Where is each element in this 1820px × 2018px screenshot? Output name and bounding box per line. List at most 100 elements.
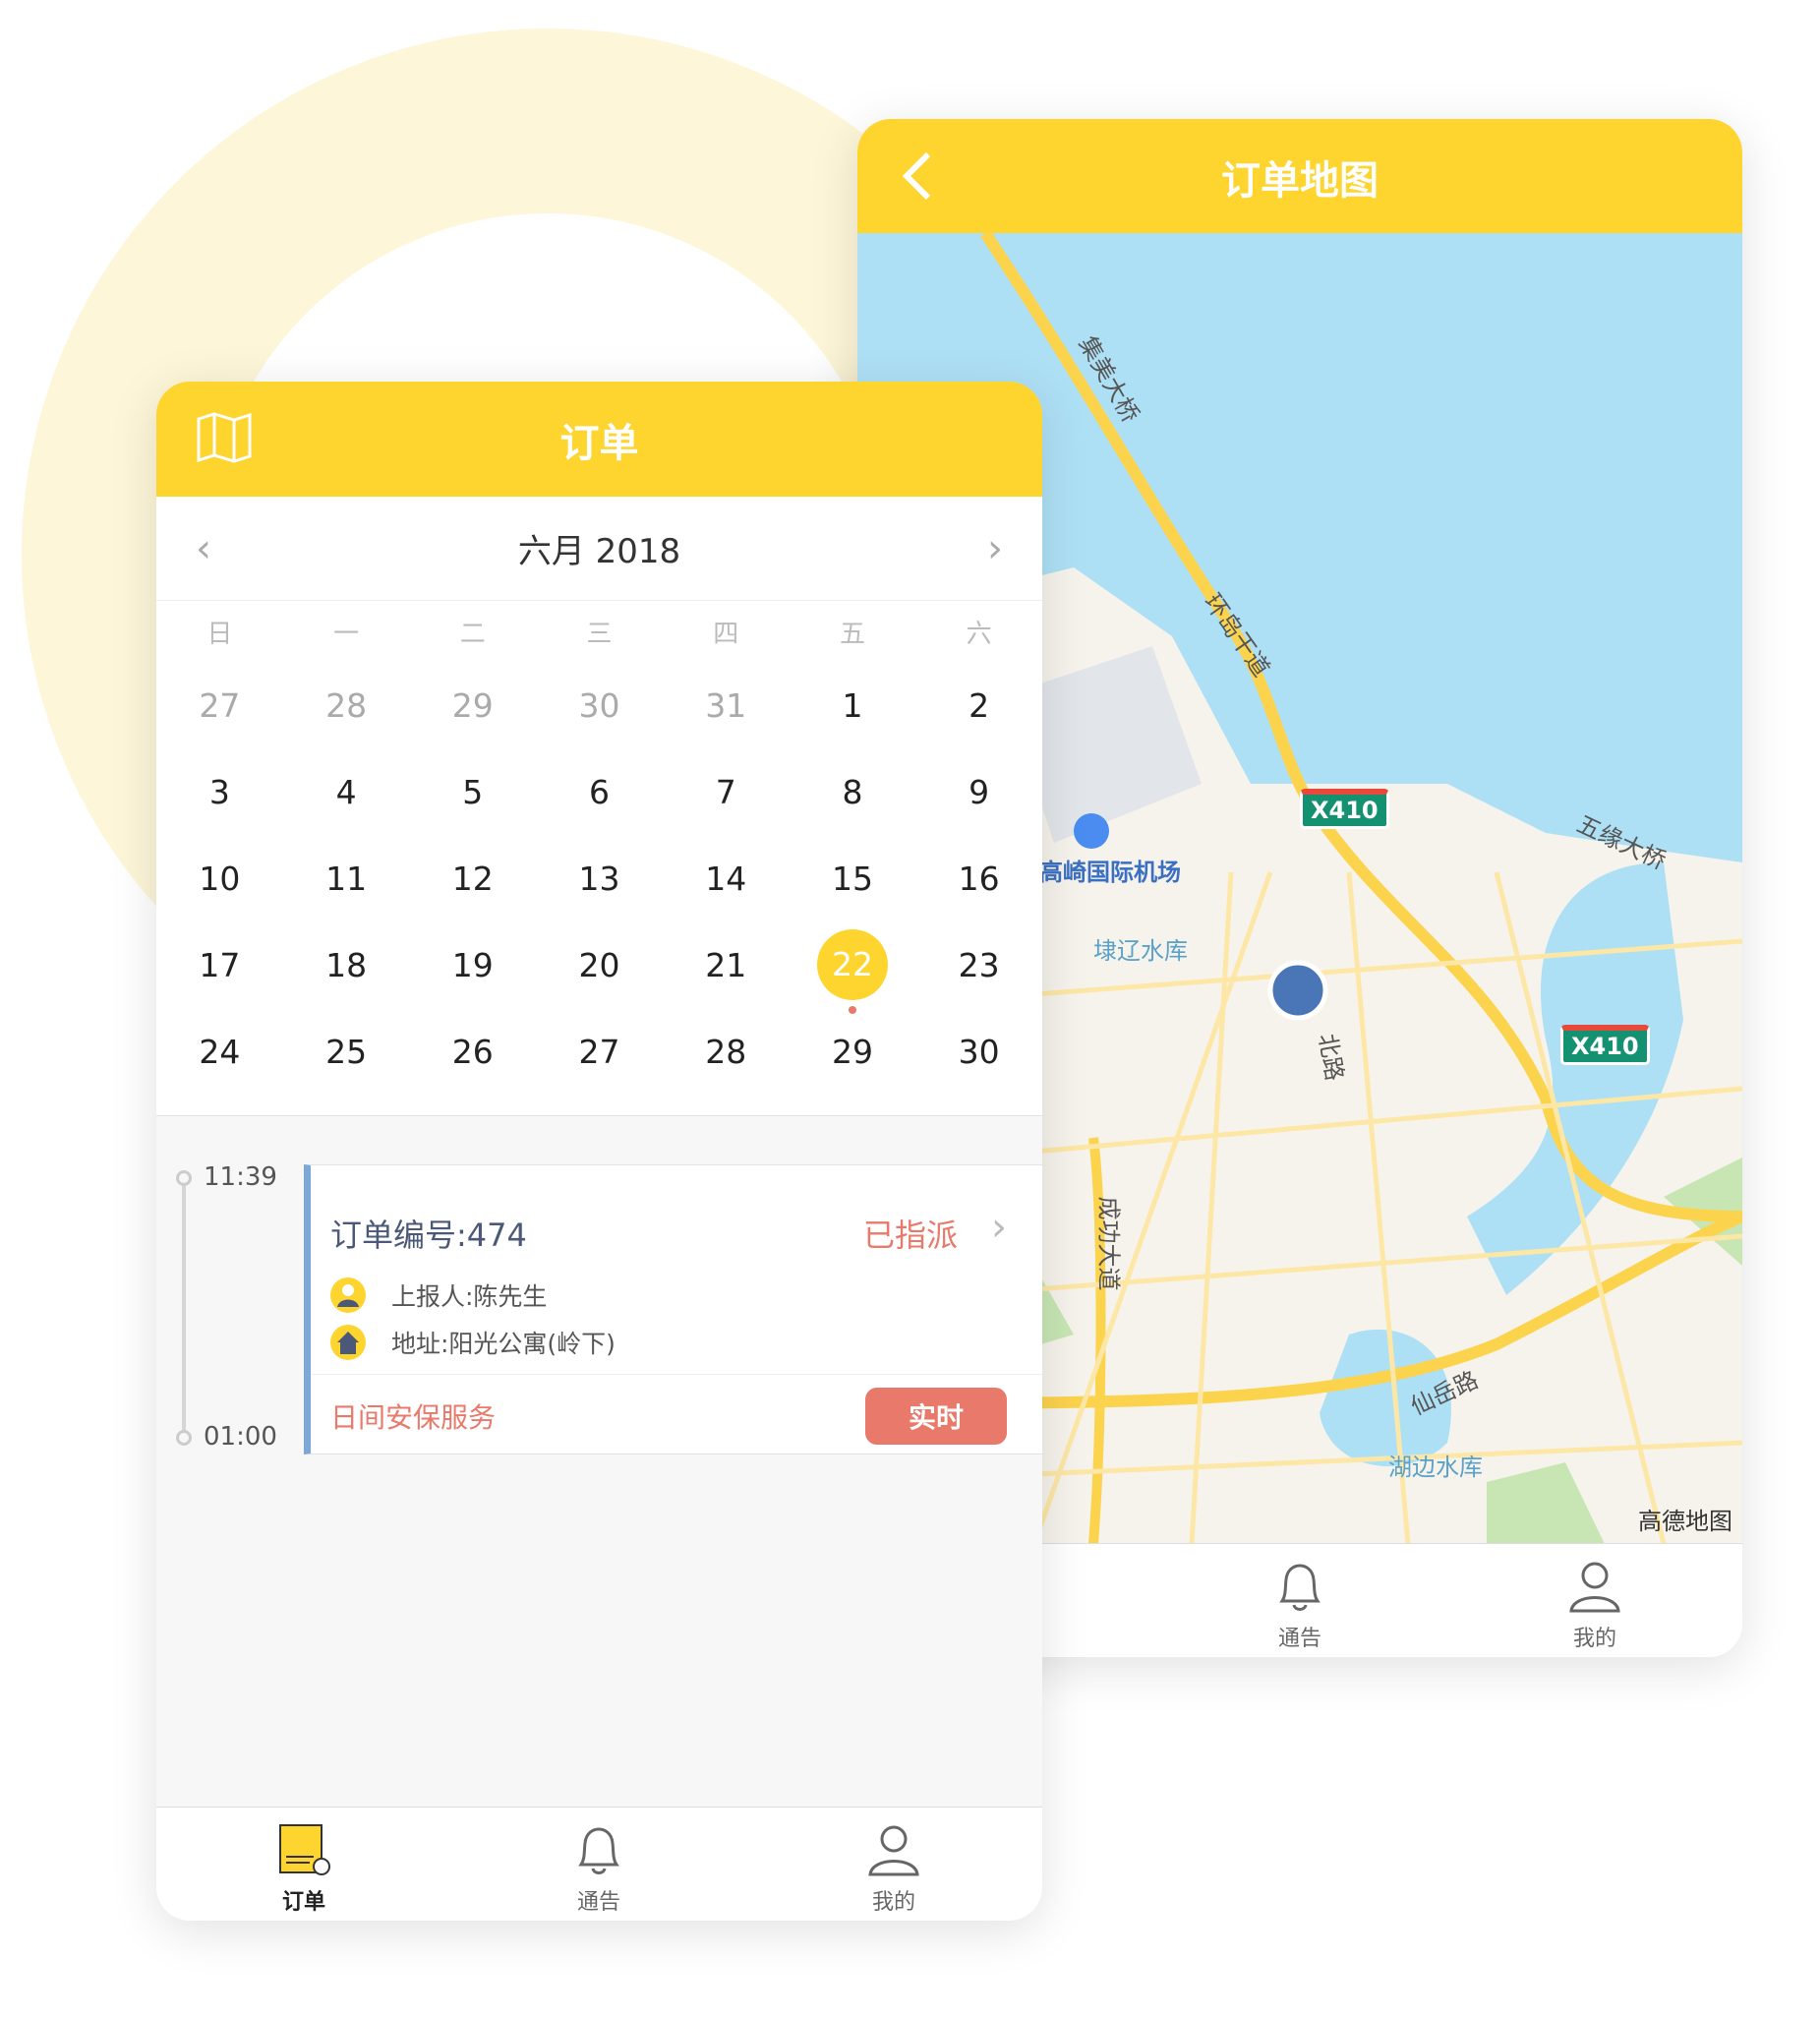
end-time: 01:00 <box>204 1422 277 1452</box>
status-badge: 已指派 <box>862 1217 958 1254</box>
calendar-day[interactable]: 3 <box>156 773 283 811</box>
calendar-day[interactable]: 21 <box>663 946 790 984</box>
calendar-day[interactable]: 24 <box>156 1033 283 1071</box>
order-id: 订单编号:474 <box>330 1217 527 1254</box>
tab-label: 通告 <box>1277 1627 1321 1651</box>
tab-label: 订单 <box>281 1890 325 1915</box>
calendar-day[interactable]: 20 <box>536 946 663 984</box>
week-row: 24 25 26 27 28 29 30 <box>156 1008 1042 1095</box>
calendar-day[interactable]: 29 <box>409 686 536 725</box>
calendar-day[interactable]: 13 <box>536 860 663 898</box>
highway-shield: X410 <box>1560 1025 1650 1065</box>
calendar-day-selected[interactable]: 22 <box>790 929 916 1014</box>
tab-notices[interactable]: 通告 <box>530 1821 668 1916</box>
order-card[interactable]: 订单编号:474 已指派 › 上报人:陈先生 地址:阳光公寓(岭下) 日间安保服… <box>304 1164 1042 1454</box>
calendar-day[interactable]: 17 <box>156 946 283 984</box>
calendar-day[interactable]: 4 <box>283 773 410 811</box>
tab-profile[interactable]: 我的 <box>825 1821 963 1916</box>
calendar: ‹ 六月 2018 › 日一二三四五六 27 28 29 30 31 1 2 3 4 5 6 7 8 9 10… <box>156 497 1042 1116</box>
calendar-day[interactable]: 30 <box>536 686 663 725</box>
chevron-left-icon[interactable] <box>897 148 936 204</box>
week-row: 27 28 29 30 31 1 2 <box>156 662 1042 748</box>
calendar-day[interactable]: 2 <box>915 686 1042 725</box>
calendar-day[interactable]: 5 <box>409 773 536 811</box>
calendar-day[interactable]: 8 <box>790 773 916 811</box>
calendar-day[interactable]: 1 <box>790 686 916 725</box>
calendar-day[interactable]: 27 <box>536 1033 663 1071</box>
map-label: 埭辽水库 <box>1093 937 1188 965</box>
calendar-day[interactable]: 28 <box>663 1033 790 1071</box>
calendar-day[interactable]: 11 <box>283 860 410 898</box>
weekday-label: 四 <box>713 619 739 649</box>
calendar-day[interactable]: 7 <box>663 773 790 811</box>
calendar-day[interactable]: 28 <box>283 686 410 725</box>
calendar-day[interactable]: 26 <box>409 1033 536 1071</box>
calendar-day[interactable]: 15 <box>790 860 916 898</box>
day-number: 22 <box>816 929 888 1000</box>
divider <box>311 1374 1042 1375</box>
weekday-label: 六 <box>966 619 992 649</box>
calendar-day[interactable]: 12 <box>409 860 536 898</box>
calendar-day[interactable]: 27 <box>156 686 283 725</box>
calendar-day[interactable]: 31 <box>663 686 790 725</box>
calendar-day[interactable]: 23 <box>915 946 1042 984</box>
calendar-day[interactable]: 14 <box>663 860 790 898</box>
person-icon <box>330 1277 366 1313</box>
month-label: 六月 2018 <box>517 532 681 571</box>
home-icon <box>330 1325 366 1360</box>
map-header: 订单地图 <box>857 119 1742 234</box>
weekday-label: 一 <box>333 619 360 649</box>
map-attribution: 高德地图 <box>1638 1508 1732 1535</box>
calendar-day[interactable]: 18 <box>283 946 410 984</box>
timeline-dot <box>176 1430 192 1446</box>
bell-icon <box>1279 1564 1321 1611</box>
calendar-day[interactable]: 6 <box>536 773 663 811</box>
page-title: 订单 <box>559 420 639 466</box>
map-label: 成功大道 <box>1094 1196 1123 1291</box>
event-dot <box>848 1006 856 1014</box>
reporter: 上报人:陈先生 <box>391 1282 548 1311</box>
tab-profile[interactable]: 我的 <box>1526 1558 1664 1652</box>
timeline-line <box>182 1180 186 1438</box>
calendar-day[interactable]: 16 <box>915 860 1042 898</box>
highway-shield: X410 <box>1300 789 1389 829</box>
prev-month-button[interactable]: ‹ <box>196 526 211 571</box>
tab-label: 通告 <box>576 1890 620 1915</box>
calendar-day[interactable]: 9 <box>915 773 1042 811</box>
map-icon[interactable] <box>196 411 253 464</box>
tab-notices[interactable]: 通告 <box>1231 1558 1369 1652</box>
bell-icon <box>578 1827 619 1874</box>
weekday-label: 五 <box>839 619 865 649</box>
calendar-day[interactable]: 25 <box>283 1033 410 1071</box>
week-row: 17 18 19 20 21 22 23 <box>156 921 1042 1014</box>
timeline-dot <box>176 1170 192 1186</box>
address-row: 地址:阳光公寓(岭下) <box>330 1325 616 1360</box>
calendar-day[interactable]: 30 <box>915 1033 1042 1071</box>
weekday-label: 三 <box>586 619 613 649</box>
next-month-button[interactable]: › <box>987 526 1003 571</box>
order-header: 订单 <box>156 382 1042 497</box>
realtime-button[interactable]: 实时 <box>865 1388 1007 1445</box>
weekday-row: 日一二三四五六 <box>156 601 1042 662</box>
weekday-label: 二 <box>459 619 486 649</box>
tab-label: 我的 <box>1572 1627 1616 1651</box>
tab-label: 我的 <box>871 1890 915 1915</box>
order-icon <box>279 1824 330 1875</box>
calendar-grid: 日一二三四五六 27 28 29 30 31 1 2 3 4 5 6 7 8 9 10 11 12 13 14 15 16… <box>156 601 1042 1095</box>
calendar-day[interactable]: 19 <box>409 946 536 984</box>
user-icon <box>868 1825 919 1876</box>
chevron-right-icon: › <box>991 1205 1007 1250</box>
month-header: ‹ 六月 2018 › <box>156 497 1042 601</box>
reporter-row: 上报人:陈先生 <box>330 1277 547 1313</box>
page-title: 订单地图 <box>1221 157 1379 204</box>
calendar-day[interactable]: 10 <box>156 860 283 898</box>
map-label: 湖边水库 <box>1388 1454 1483 1481</box>
tab-bar: 订单 通告 我的 <box>156 1807 1042 1921</box>
calendar-day[interactable]: 29 <box>790 1033 916 1071</box>
map-label: 高崎国际机场 <box>1039 859 1181 886</box>
week-row: 3456789 <box>156 748 1042 835</box>
start-time: 11:39 <box>204 1162 277 1192</box>
weekday-label: 日 <box>206 619 233 649</box>
tab-orders[interactable]: 订单 <box>235 1821 373 1916</box>
order-screen: 订单 ‹ 六月 2018 › 日一二三四五六 27 28 29 30 31 1 2 3 4 5 6 7 8… <box>156 382 1042 1921</box>
